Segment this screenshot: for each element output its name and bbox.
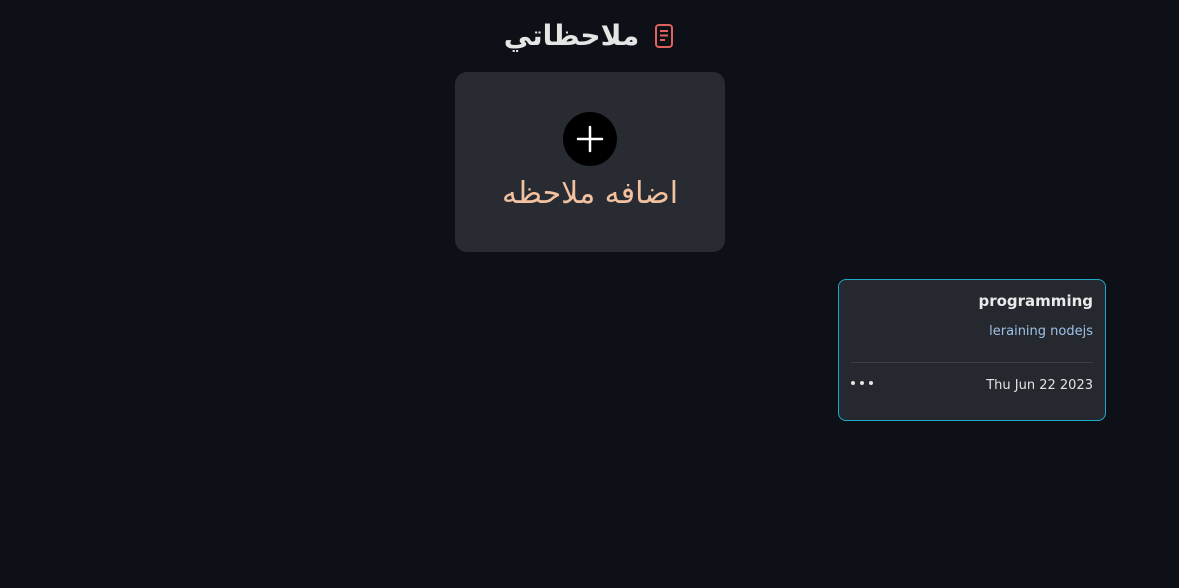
notes-page: ملاحظاتي اضافه ملاحظه programming lerain… bbox=[0, 0, 1179, 588]
note-divider bbox=[851, 362, 1093, 363]
plus-icon[interactable] bbox=[563, 112, 617, 166]
note-description: leraining nodejs bbox=[989, 324, 1093, 339]
add-note-label: اضافه ملاحظه bbox=[501, 176, 679, 211]
add-note-button[interactable]: اضافه ملاحظه bbox=[455, 72, 725, 252]
more-dot bbox=[869, 381, 873, 385]
note-title: programming bbox=[978, 292, 1093, 310]
page-title: ملاحظاتي bbox=[503, 19, 640, 52]
more-dot bbox=[851, 381, 855, 385]
note-card[interactable]: programming leraining nodejs Thu Jun 22 … bbox=[838, 279, 1106, 421]
note-date: Thu Jun 22 2023 bbox=[986, 378, 1093, 393]
page-header: ملاحظاتي bbox=[0, 16, 1179, 56]
more-icon[interactable] bbox=[851, 376, 873, 390]
note-icon bbox=[653, 22, 675, 50]
more-dot bbox=[860, 381, 864, 385]
